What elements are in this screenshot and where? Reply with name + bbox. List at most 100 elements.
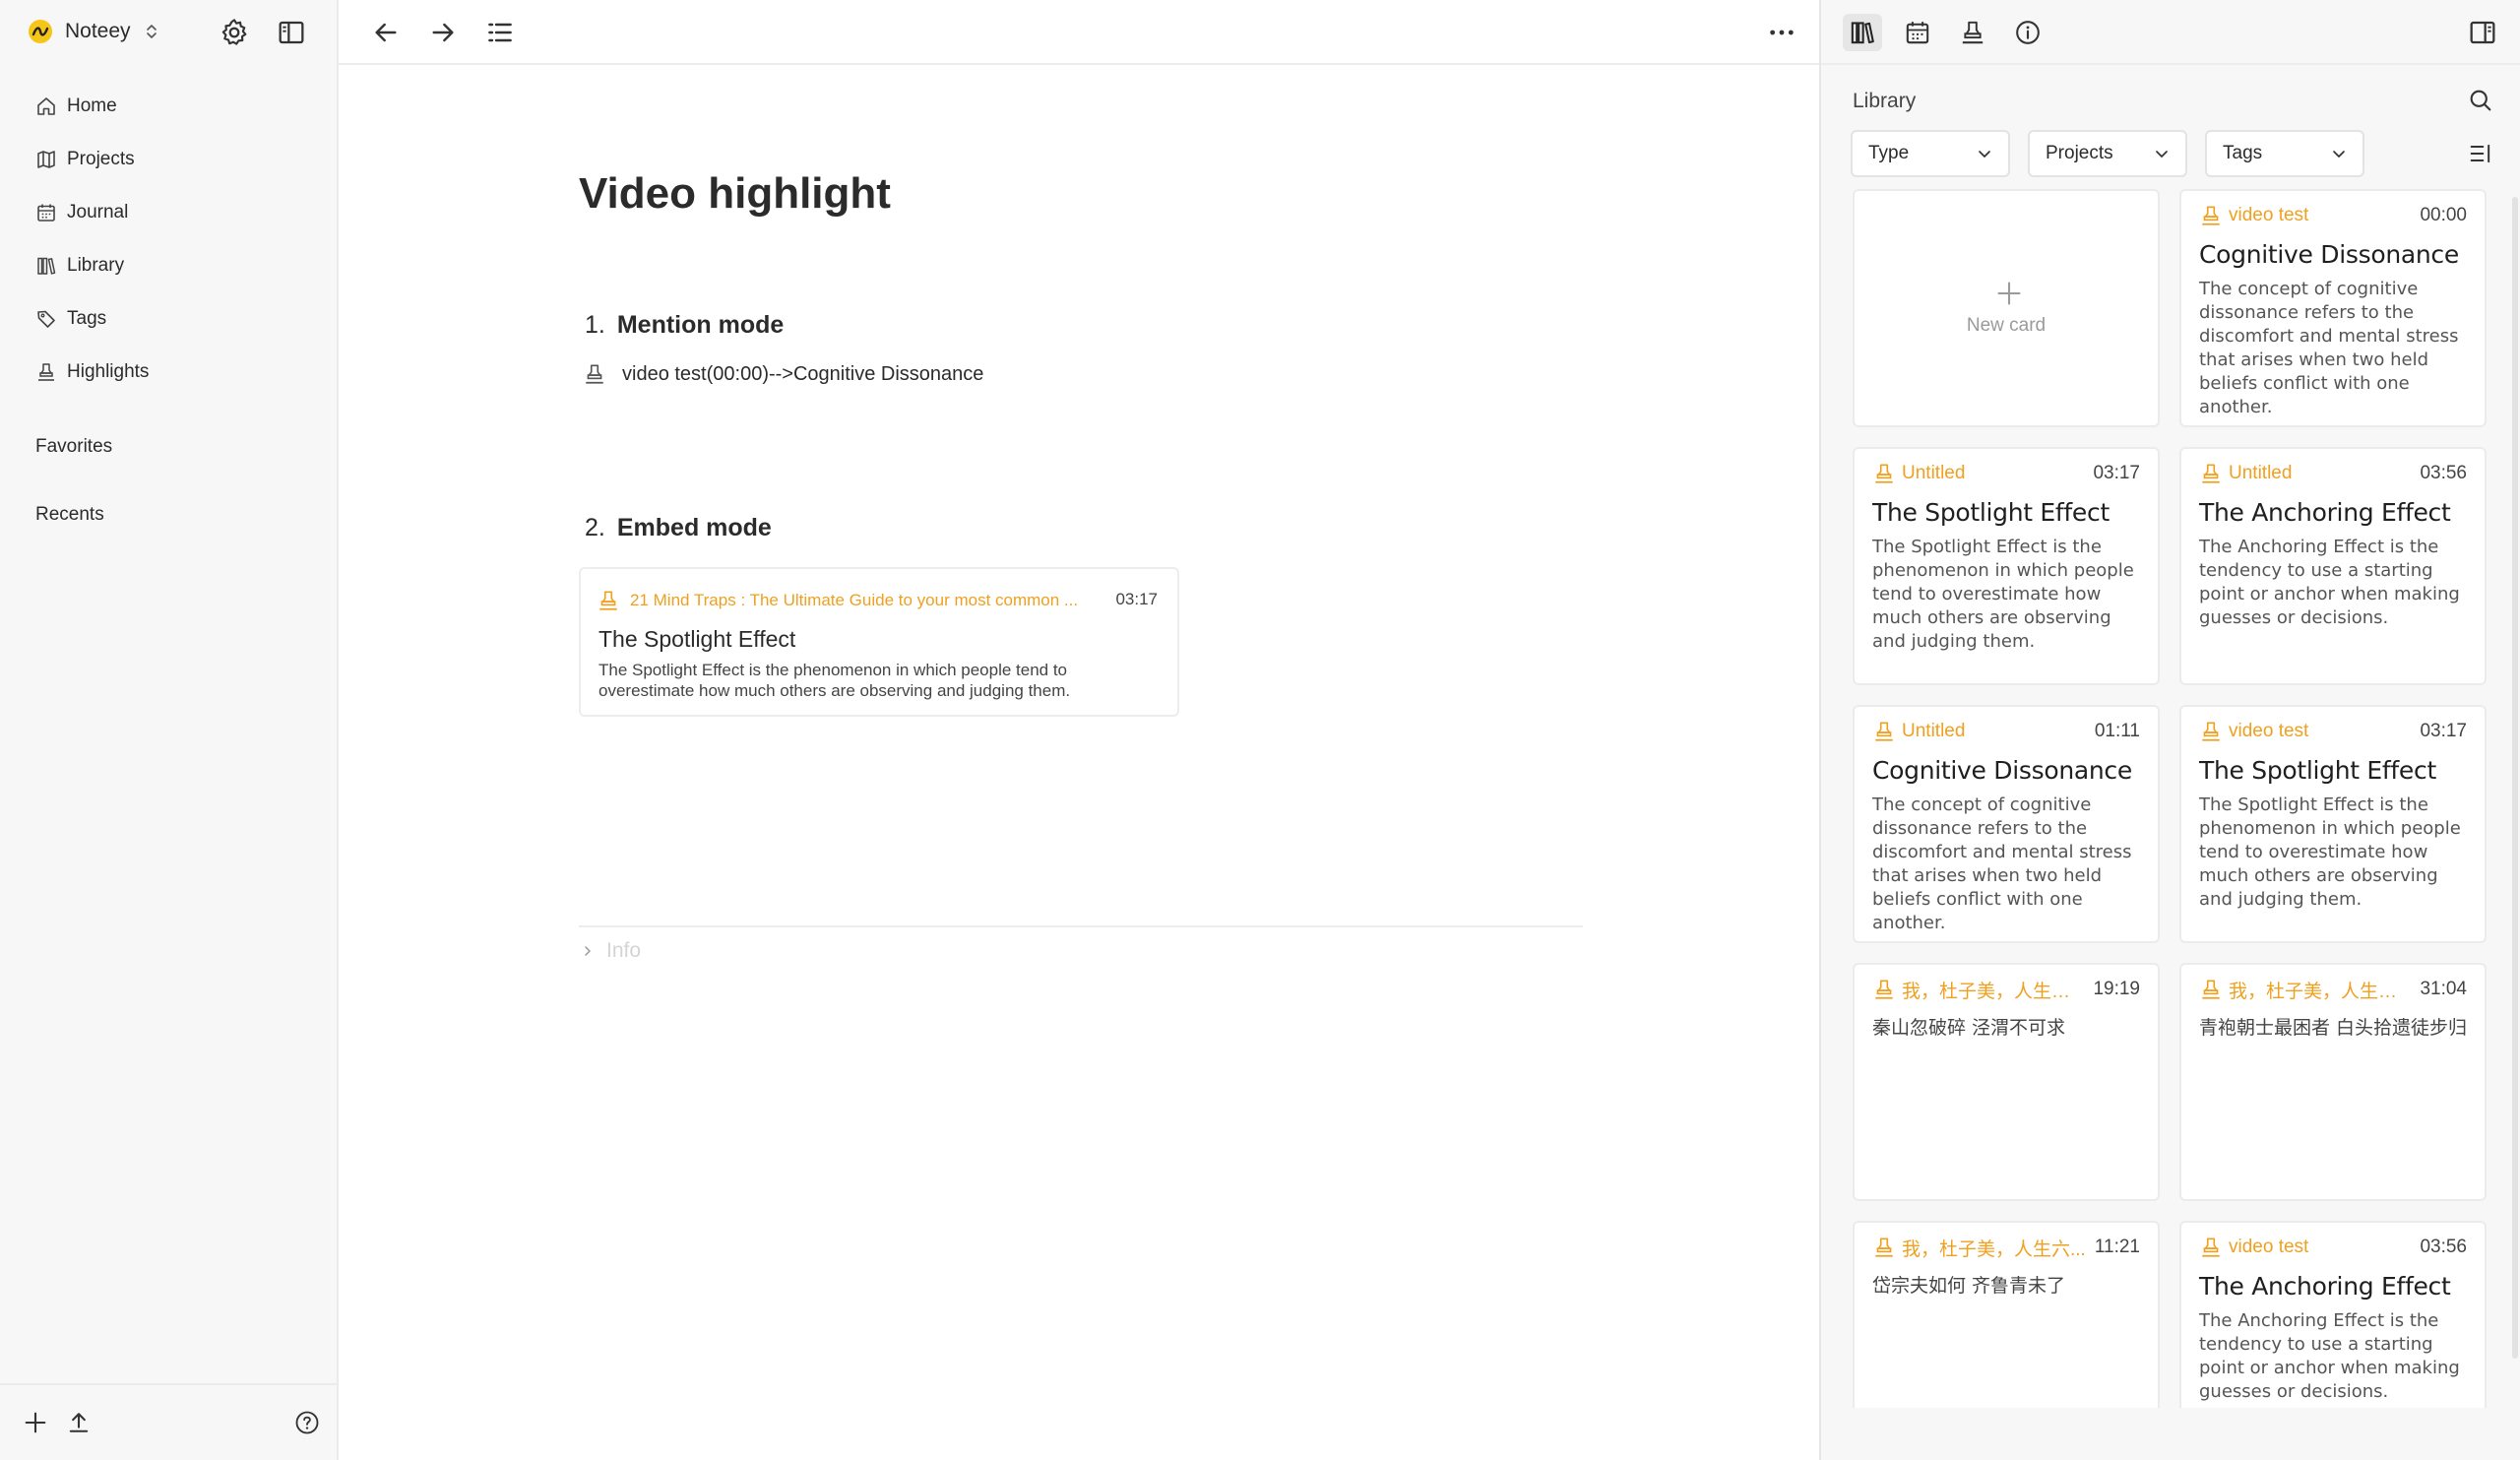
highlighter-icon xyxy=(1875,722,1893,741)
card-timestamp[interactable]: 19:19 xyxy=(2093,979,2140,1000)
arrow-right-icon[interactable] xyxy=(427,17,459,48)
card-description: The Anchoring Effect is the tendency to … xyxy=(2199,1310,2460,1402)
card-title: The Anchoring Effect xyxy=(2199,1272,2451,1301)
library-card[interactable]: 我，杜子美，人生六... 31:04 青袍朝士最困者 白头拾遗徒步归 xyxy=(2179,963,2487,1201)
scrollbar[interactable] xyxy=(2512,197,2518,1359)
card-source[interactable]: 我，杜子美，人生六... xyxy=(2229,977,2412,1003)
sidebar-item-journal[interactable]: Journal xyxy=(22,191,317,234)
upload-icon[interactable] xyxy=(65,1409,93,1436)
new-card-button[interactable]: New card xyxy=(1853,189,2160,427)
favorites-section-label[interactable]: Favorites xyxy=(35,436,112,458)
card-title: Cognitive Dissonance xyxy=(2199,240,2459,269)
calendar-icon xyxy=(37,204,55,222)
search-icon[interactable] xyxy=(2467,87,2494,114)
library-card[interactable]: Untitled 03:17 The Spotlight Effect The S… xyxy=(1853,447,2160,685)
card-timestamp[interactable]: 03:17 xyxy=(2420,721,2467,742)
section-heading-mention[interactable]: 1. Mention mode xyxy=(585,311,784,340)
highlight-mention[interactable]: video test(00:00)-->Cognitive Dissonance xyxy=(583,362,983,386)
highlighter-icon xyxy=(38,363,54,381)
chevron-down-icon xyxy=(1979,151,1990,158)
embed-timestamp[interactable]: 03:17 xyxy=(1115,590,1158,609)
filter-tags-dropdown[interactable]: Tags xyxy=(2205,130,2364,177)
sidebar-toggle-icon[interactable] xyxy=(276,17,307,48)
card-title: The Anchoring Effect xyxy=(2199,498,2451,527)
card-description: 青袍朝士最困者 白头拾遗徒步归 xyxy=(2199,1017,2468,1039)
highlighter-icon xyxy=(1962,21,1984,44)
tab-journal[interactable] xyxy=(1898,14,1937,51)
calendar-icon xyxy=(1906,22,1929,44)
card-description: The Spotlight Effect is the phenomenon i… xyxy=(2199,794,2461,910)
sidebar-item-library[interactable]: Library xyxy=(22,244,317,287)
library-panel: Library Type Projects Tags New card vide… xyxy=(1819,0,2520,1460)
library-card[interactable]: video test 03:56 The Anchoring Effect The… xyxy=(2179,1221,2487,1408)
embed-source: 21 Mind Traps : The Ultimate Guide to yo… xyxy=(597,589,1108,612)
chevron-updown-icon xyxy=(146,25,157,38)
outline-list-icon[interactable] xyxy=(484,17,516,48)
help-icon[interactable] xyxy=(293,1409,321,1436)
card-title: The Spotlight Effect xyxy=(2199,756,2436,785)
mention-text: video test(00:00)-->Cognitive Dissonance xyxy=(622,362,984,385)
card-timestamp[interactable]: 00:00 xyxy=(2420,205,2467,226)
sidebar-item-label: Projects xyxy=(67,149,135,169)
library-card[interactable]: Untitled 01:11 Cognitive Dissonance The c… xyxy=(1853,705,2160,943)
library-card[interactable]: video test 00:00 Cognitive Dissonance The… xyxy=(2179,189,2487,427)
panel-toggle-icon[interactable] xyxy=(2467,17,2498,48)
highlighter-icon xyxy=(586,364,603,384)
filter-projects-dropdown[interactable]: Projects xyxy=(2028,130,2187,177)
sidebar-item-home[interactable]: Home xyxy=(22,85,317,128)
card-timestamp[interactable]: 03:56 xyxy=(2420,463,2467,484)
page-title[interactable]: Video highlight xyxy=(579,169,891,219)
recents-section-label[interactable]: Recents xyxy=(35,504,104,526)
chevron-right-icon xyxy=(585,946,591,956)
card-source[interactable]: Untitled xyxy=(1902,721,2087,742)
card-timestamp[interactable]: 03:17 xyxy=(2093,463,2140,484)
more-options-icon[interactable] xyxy=(1766,17,1797,48)
card-timestamp[interactable]: 01:11 xyxy=(2095,721,2140,742)
plus-icon[interactable] xyxy=(22,1409,49,1436)
embedded-highlight-card[interactable]: 21 Mind Traps : The Ultimate Guide to yo… xyxy=(579,567,1179,717)
filter-type-dropdown[interactable]: Type xyxy=(1851,130,2010,177)
library-card[interactable]: Untitled 03:56 The Anchoring Effect The A… xyxy=(2179,447,2487,685)
library-card[interactable]: 我，杜子美，人生六... 19:19 秦山忽破碎 泾渭不可求 xyxy=(1853,963,2160,1201)
card-title: Cognitive Dissonance xyxy=(1872,756,2132,785)
sort-icon[interactable] xyxy=(2467,140,2494,167)
list-number: 2. xyxy=(585,514,605,541)
tab-library[interactable] xyxy=(1843,14,1882,51)
workspace-switcher[interactable]: Noteey xyxy=(28,14,160,49)
tab-info[interactable] xyxy=(2008,14,2048,51)
editor-toolbar xyxy=(339,0,1819,65)
card-source[interactable]: video test xyxy=(2229,205,2412,226)
card-source[interactable]: video test xyxy=(2229,1237,2412,1258)
card-description: 秦山忽破碎 泾渭不可求 xyxy=(1872,1017,2066,1039)
card-source[interactable]: 我，杜子美，人生六... xyxy=(1902,1235,2087,1261)
library-icon xyxy=(1851,22,1874,44)
tab-highlights[interactable] xyxy=(1953,14,1992,51)
sidebar-item-highlights[interactable]: Highlights xyxy=(22,350,317,394)
info-label: Info xyxy=(606,939,642,962)
card-source[interactable]: Untitled xyxy=(1902,463,2085,484)
highlighter-icon xyxy=(599,591,617,610)
gear-icon[interactable] xyxy=(219,17,250,48)
card-source[interactable]: Untitled xyxy=(2229,463,2412,484)
card-title: The Spotlight Effect xyxy=(1872,498,2110,527)
info-toggle[interactable]: Info xyxy=(581,939,641,963)
noteey-logo-icon xyxy=(29,20,52,43)
sidebar-item-tags[interactable]: Tags xyxy=(22,297,317,341)
section-heading-embed[interactable]: 2. Embed mode xyxy=(585,514,772,542)
card-source[interactable]: video test xyxy=(2229,721,2412,742)
embed-description: The Spotlight Effect is the phenomenon i… xyxy=(598,661,1071,700)
highlighter-icon xyxy=(2202,464,2220,483)
library-card[interactable]: 我，杜子美，人生六... 11:21 岱宗夫如何 齐鲁青未了 xyxy=(1853,1221,2160,1408)
arrow-left-icon[interactable] xyxy=(370,17,402,48)
heading-text: Mention mode xyxy=(616,311,785,339)
map-icon xyxy=(37,151,55,168)
card-timestamp[interactable]: 11:21 xyxy=(2095,1237,2140,1258)
card-timestamp[interactable]: 03:56 xyxy=(2420,1237,2467,1258)
library-card[interactable]: video test 03:17 The Spotlight Effect The… xyxy=(2179,705,2487,943)
card-source[interactable]: 我，杜子美，人生六... xyxy=(1902,977,2085,1003)
heading-text: Embed mode xyxy=(616,514,772,541)
sidebar-item-projects[interactable]: Projects xyxy=(22,138,317,181)
chevron-down-icon xyxy=(2333,151,2345,158)
embed-source-link[interactable]: 21 Mind Traps : The Ultimate Guide to yo… xyxy=(630,591,1108,610)
card-timestamp[interactable]: 31:04 xyxy=(2420,979,2467,1000)
